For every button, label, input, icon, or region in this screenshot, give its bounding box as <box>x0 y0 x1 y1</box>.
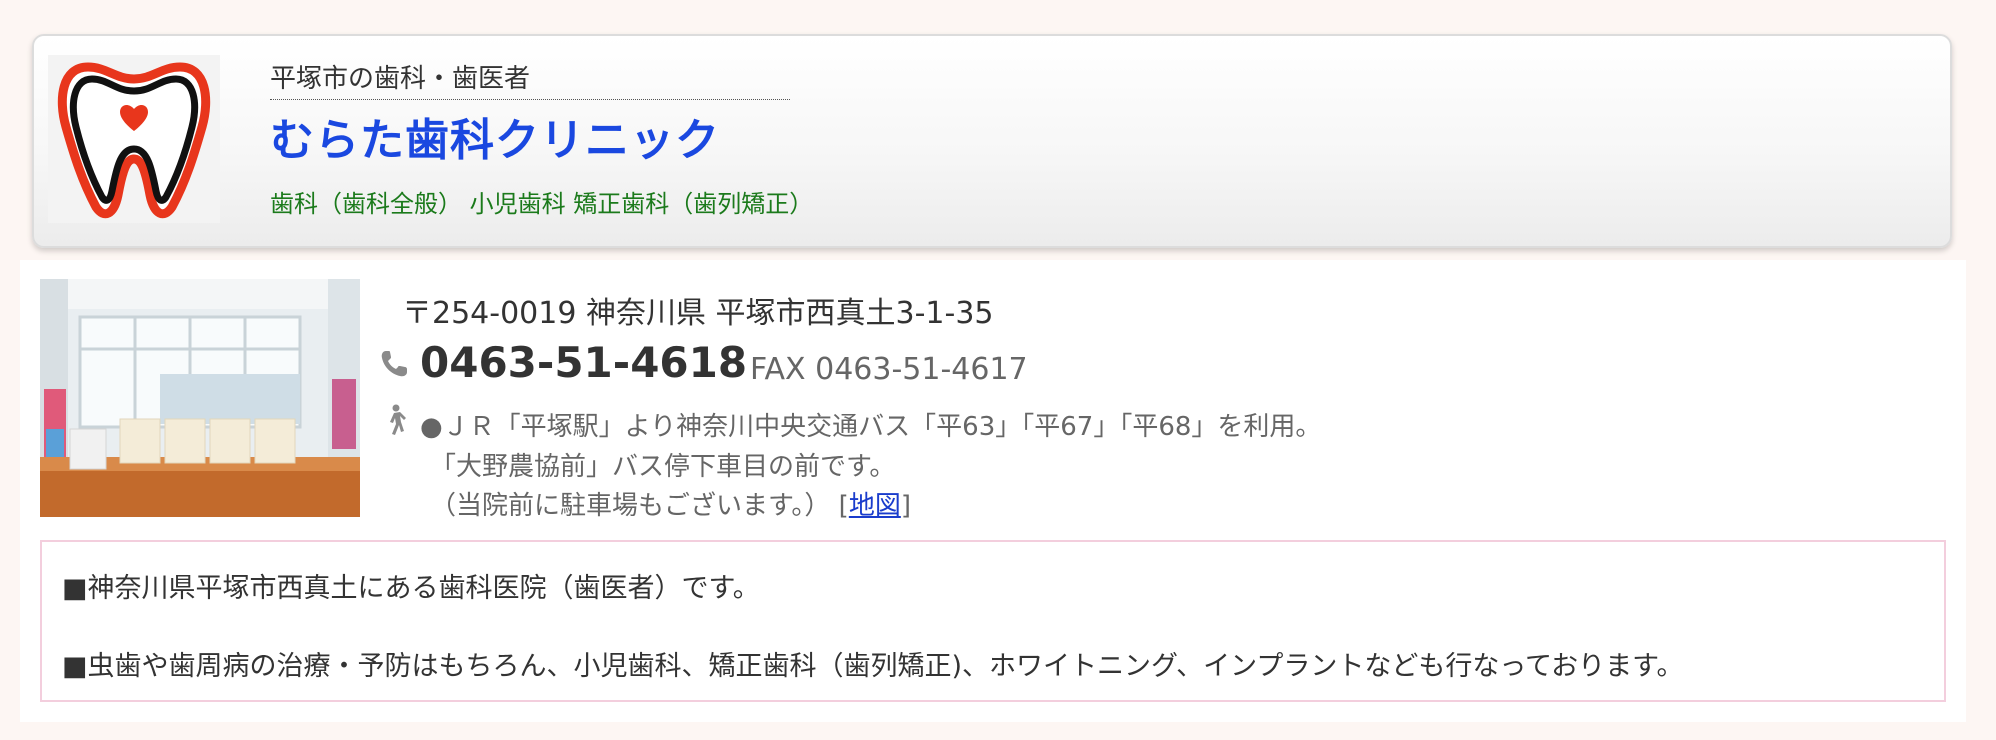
phone-icon <box>378 348 410 380</box>
info-line-2: ■虫歯や歯周病の治療・予防はもちろん、小児歯科、矯正歯科（歯列矯正)、ホワイトニ… <box>62 651 1684 682</box>
info-line-1: ■神奈川県平塚市西真土にある歯科医院（歯医者）です。 <box>62 573 760 604</box>
departments-list: 歯科（歯科全般） 小児歯科 矯正歯科（歯列矯正） <box>270 190 814 218</box>
walking-person-icon <box>382 404 408 436</box>
access-line-2: 「大野農協前」バス停下車目の前です。 <box>430 452 896 482</box>
bracket-close: ] <box>900 491 911 521</box>
access-line-1: ●ＪＲ「平塚駅」より神奈川中央交通バス「平63」「平67」「平68」を利用。 <box>420 412 1322 442</box>
parking-note: （当院前に駐車場もございます。） [ <box>430 491 849 521</box>
tooth-logo <box>48 55 220 223</box>
access-line-3: （当院前に駐車場もございます。） [地図] <box>430 485 911 522</box>
clinic-waiting-room-photo <box>40 279 360 517</box>
phone-number[interactable]: 0463-51-4618 <box>420 338 747 387</box>
header-subtitle: 平塚市の歯科・歯医者 <box>270 58 790 100</box>
clinic-name: むらた歯科クリニック <box>270 115 720 166</box>
address: 〒254-0019 神奈川県 平塚市西真土3-1-35 <box>402 296 994 331</box>
map-link[interactable]: 地図 <box>849 491 901 521</box>
fax-number: FAX 0463-51-4617 <box>750 352 1028 387</box>
